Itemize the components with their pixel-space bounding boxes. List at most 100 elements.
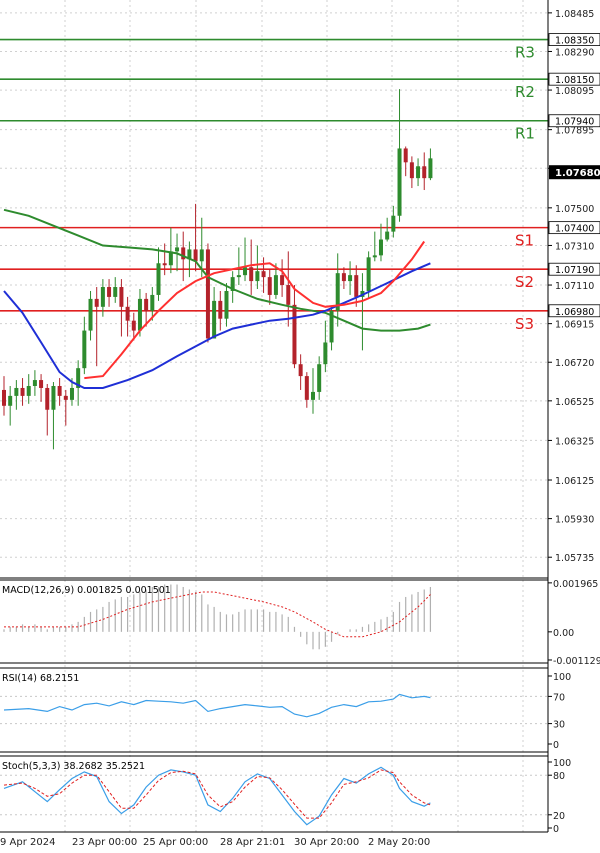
bearish-candle — [94, 298, 99, 307]
rsi-tick-label: 30 — [553, 720, 565, 731]
level-name-r3: R3 — [515, 44, 535, 62]
rsi-line — [3, 693, 431, 718]
macd-label: MACD(12,26,9) 0.001825 0.001501 — [2, 585, 171, 596]
stoch-k-line — [3, 766, 431, 826]
bearish-candle — [39, 380, 44, 388]
macd-tick-label: 0.00 — [553, 628, 574, 639]
bearish-candle — [403, 148, 408, 163]
bullish-candle — [26, 385, 31, 396]
bearish-candle — [125, 306, 130, 321]
bearish-candle — [298, 364, 303, 377]
time-tick-label: 28 Apr 21:01 — [220, 837, 285, 848]
bearish-candle — [162, 263, 167, 266]
price-tick-label: 1.08095 — [555, 86, 594, 97]
bearish-candle — [280, 275, 285, 286]
bearish-candle — [20, 387, 25, 396]
rsi-tick-label: 100 — [553, 672, 571, 683]
price-tick-label: 1.08290 — [555, 47, 594, 58]
price-tick-label: 1.06720 — [555, 358, 594, 369]
bullish-candle — [199, 249, 204, 262]
bearish-candle — [249, 267, 254, 282]
bullish-candle — [156, 263, 161, 295]
bearish-candle — [63, 395, 68, 400]
macd-tick-label: 0.001965 — [553, 579, 598, 590]
level-price-label-r2: 1.08150 — [555, 75, 594, 86]
time-tick-label: 25 Apr 00:00 — [143, 837, 208, 848]
bullish-candle — [397, 148, 402, 216]
bullish-candle — [113, 287, 118, 297]
level-price-label-r3: 1.08350 — [555, 36, 594, 47]
bearish-candle — [354, 275, 359, 297]
moving-average-line-3 — [84, 240, 426, 380]
bullish-candle — [323, 342, 328, 365]
bearish-candle — [57, 385, 62, 396]
stoch-tick-label: 80 — [553, 771, 565, 782]
bullish-candle — [255, 271, 260, 282]
bullish-candle — [348, 275, 353, 282]
bullish-candle — [14, 387, 19, 396]
bullish-candle — [212, 300, 217, 339]
price-tick-label: 1.07310 — [555, 241, 594, 252]
bullish-candle — [366, 257, 371, 291]
bearish-candle — [119, 287, 124, 307]
bearish-candle — [304, 376, 309, 400]
rsi-tick-label: 70 — [553, 692, 565, 703]
bearish-candle — [205, 249, 210, 339]
stoch-d-line — [3, 769, 431, 819]
bullish-candle — [273, 275, 278, 295]
bullish-candle — [311, 391, 315, 400]
bearish-candle — [144, 298, 149, 311]
rsi-label: RSI(14) 68.2151 — [2, 673, 79, 684]
bullish-candle — [175, 247, 180, 252]
bearish-candle — [131, 320, 136, 331]
bearish-candle — [261, 271, 266, 278]
bullish-candle — [236, 275, 241, 278]
bullish-candle — [378, 239, 383, 256]
bullish-candle — [8, 395, 13, 406]
bullish-candle — [137, 298, 142, 331]
level-price-label-s3: 1.06980 — [555, 307, 594, 318]
bullish-candle — [100, 287, 105, 307]
stoch-tick-label: 100 — [553, 758, 571, 769]
bearish-candle — [107, 287, 112, 297]
bearish-candle — [422, 166, 427, 179]
price-tick-label: 1.07110 — [555, 281, 594, 292]
bullish-candle — [372, 255, 377, 258]
bearish-candle — [409, 162, 414, 179]
price-tick-label: 1.07500 — [555, 204, 594, 215]
bullish-candle — [385, 231, 390, 240]
stoch-label: Stoch(5,3,3) 38.2682 35.2521 — [2, 761, 145, 772]
price-tick-label: 1.06915 — [555, 320, 594, 331]
bullish-candle — [82, 330, 87, 369]
bullish-candle — [428, 158, 433, 179]
bearish-candle — [286, 285, 291, 305]
chart-canvas: 1.084851.082901.080951.078951.077001.075… — [0, 0, 600, 848]
bullish-candle — [224, 290, 229, 319]
level-name-s2: S2 — [515, 273, 534, 291]
level-price-label-r1: 1.07940 — [555, 117, 594, 128]
bullish-candle — [243, 267, 248, 276]
level-name-r1: R1 — [515, 125, 535, 143]
price-tick-label: 1.05930 — [555, 515, 594, 526]
stoch-tick-label: 20 — [553, 811, 565, 822]
stoch-tick-label: 0 — [553, 824, 559, 835]
forex-chart: 1.084851.082901.080951.078951.077001.075… — [0, 0, 600, 848]
price-tick-label: 1.06525 — [555, 397, 594, 408]
price-tick-label: 1.06325 — [555, 436, 594, 447]
bullish-candle — [32, 380, 37, 386]
bullish-candle — [69, 387, 74, 400]
price-tick-label: 1.08485 — [555, 9, 594, 20]
bearish-candle — [45, 387, 50, 410]
bullish-candle — [391, 215, 396, 232]
macd-signal-line — [4, 591, 431, 638]
bullish-candle — [88, 298, 93, 331]
level-name-s1: S1 — [515, 232, 534, 250]
time-tick-label: 30 Apr 20:00 — [294, 837, 359, 848]
bullish-candle — [150, 294, 155, 311]
time-tick-label: 9 Apr 2024 — [0, 837, 55, 848]
current-price-label: 1.07680 — [555, 168, 600, 179]
bullish-candle — [317, 364, 322, 392]
level-name-r2: R2 — [515, 83, 535, 101]
bullish-candle — [416, 166, 421, 179]
bearish-candle — [2, 389, 6, 406]
